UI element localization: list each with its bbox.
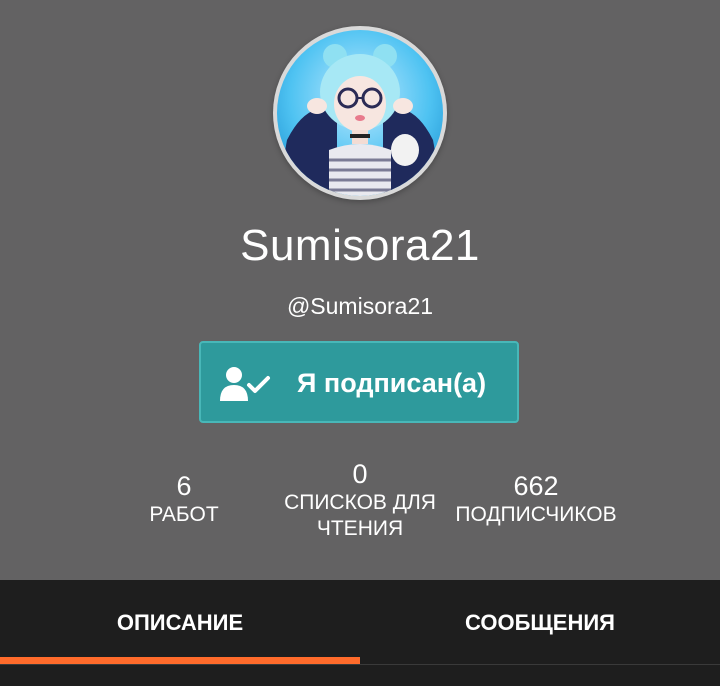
following-button[interactable]: Я подписан(а) xyxy=(199,341,519,423)
stat-reading-lists-count: 0 xyxy=(352,459,368,489)
avatar-image xyxy=(277,30,443,196)
display-name: Sumisora21 xyxy=(240,221,480,270)
stat-reading-lists[interactable]: 0 СПИСКОВ ДЛЯ ЧТЕНИЯ xyxy=(269,458,451,542)
tab-description[interactable]: ОПИСАНИЕ xyxy=(0,580,360,666)
tab-messages[interactable]: СООБЩЕНИЯ xyxy=(360,580,720,666)
avatar[interactable] xyxy=(273,26,447,200)
stat-works-label: РАБОТ xyxy=(149,503,219,526)
profile-tab-bar: ОПИСАНИЕ СООБЩЕНИЯ xyxy=(0,580,720,686)
stat-followers[interactable]: 662 ПОДПИСЧИКОВ xyxy=(440,470,632,528)
stat-followers-label: ПОДПИСЧИКОВ xyxy=(455,503,617,526)
stat-works-count: 6 xyxy=(176,471,192,501)
stat-reading-lists-label-line2: ЧТЕНИЯ xyxy=(316,517,404,540)
tab-divider xyxy=(0,664,720,665)
active-tab-indicator xyxy=(0,657,360,664)
stat-works[interactable]: 6 РАБОТ xyxy=(124,470,244,528)
stat-reading-lists-label-line1: СПИСКОВ ДЛЯ xyxy=(284,491,436,514)
stat-followers-count: 662 xyxy=(513,471,559,501)
profile-header: Sumisora21 @Sumisora21 Я подписан(а) 6 Р… xyxy=(0,0,720,580)
following-button-label: Я подписан(а) xyxy=(297,368,487,398)
username-handle: @Sumisora21 xyxy=(286,293,434,319)
user-check-icon xyxy=(220,367,270,401)
